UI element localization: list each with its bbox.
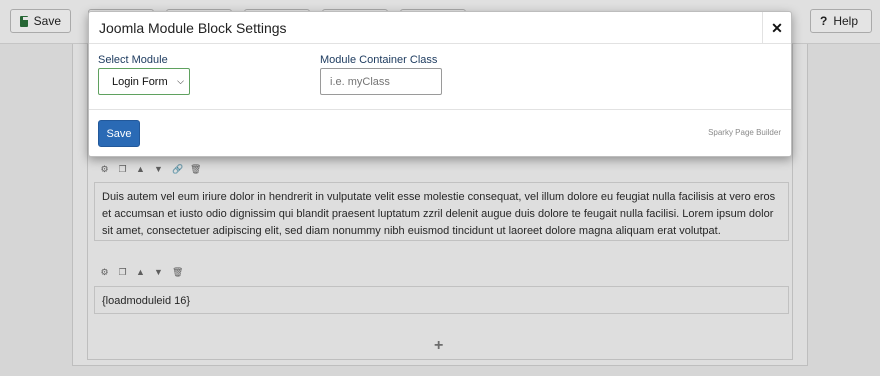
container-class-input[interactable] xyxy=(320,68,442,95)
modal-body: Select Module Login Form ⌵ Module Contai… xyxy=(89,44,791,110)
select-module-label: Select Module xyxy=(98,54,168,66)
module-settings-dialog: Joomla Module Block Settings ✕ Select Mo… xyxy=(88,11,792,157)
select-module-value: Login Form xyxy=(112,75,168,88)
brand-label: Sparky Page Builder xyxy=(708,128,781,137)
container-class-label: Module Container Class xyxy=(320,54,438,66)
chevron-down-icon: ⌵ xyxy=(177,76,184,86)
modal-header: Joomla Module Block Settings ✕ xyxy=(89,12,791,44)
save-button[interactable]: Save xyxy=(98,120,140,147)
modal-footer: Save Sparky Page Builder xyxy=(89,110,791,156)
close-icon[interactable]: ✕ xyxy=(762,12,791,44)
modal-title: Joomla Module Block Settings xyxy=(99,19,287,36)
select-module-dropdown[interactable]: Login Form ⌵ xyxy=(98,68,190,95)
